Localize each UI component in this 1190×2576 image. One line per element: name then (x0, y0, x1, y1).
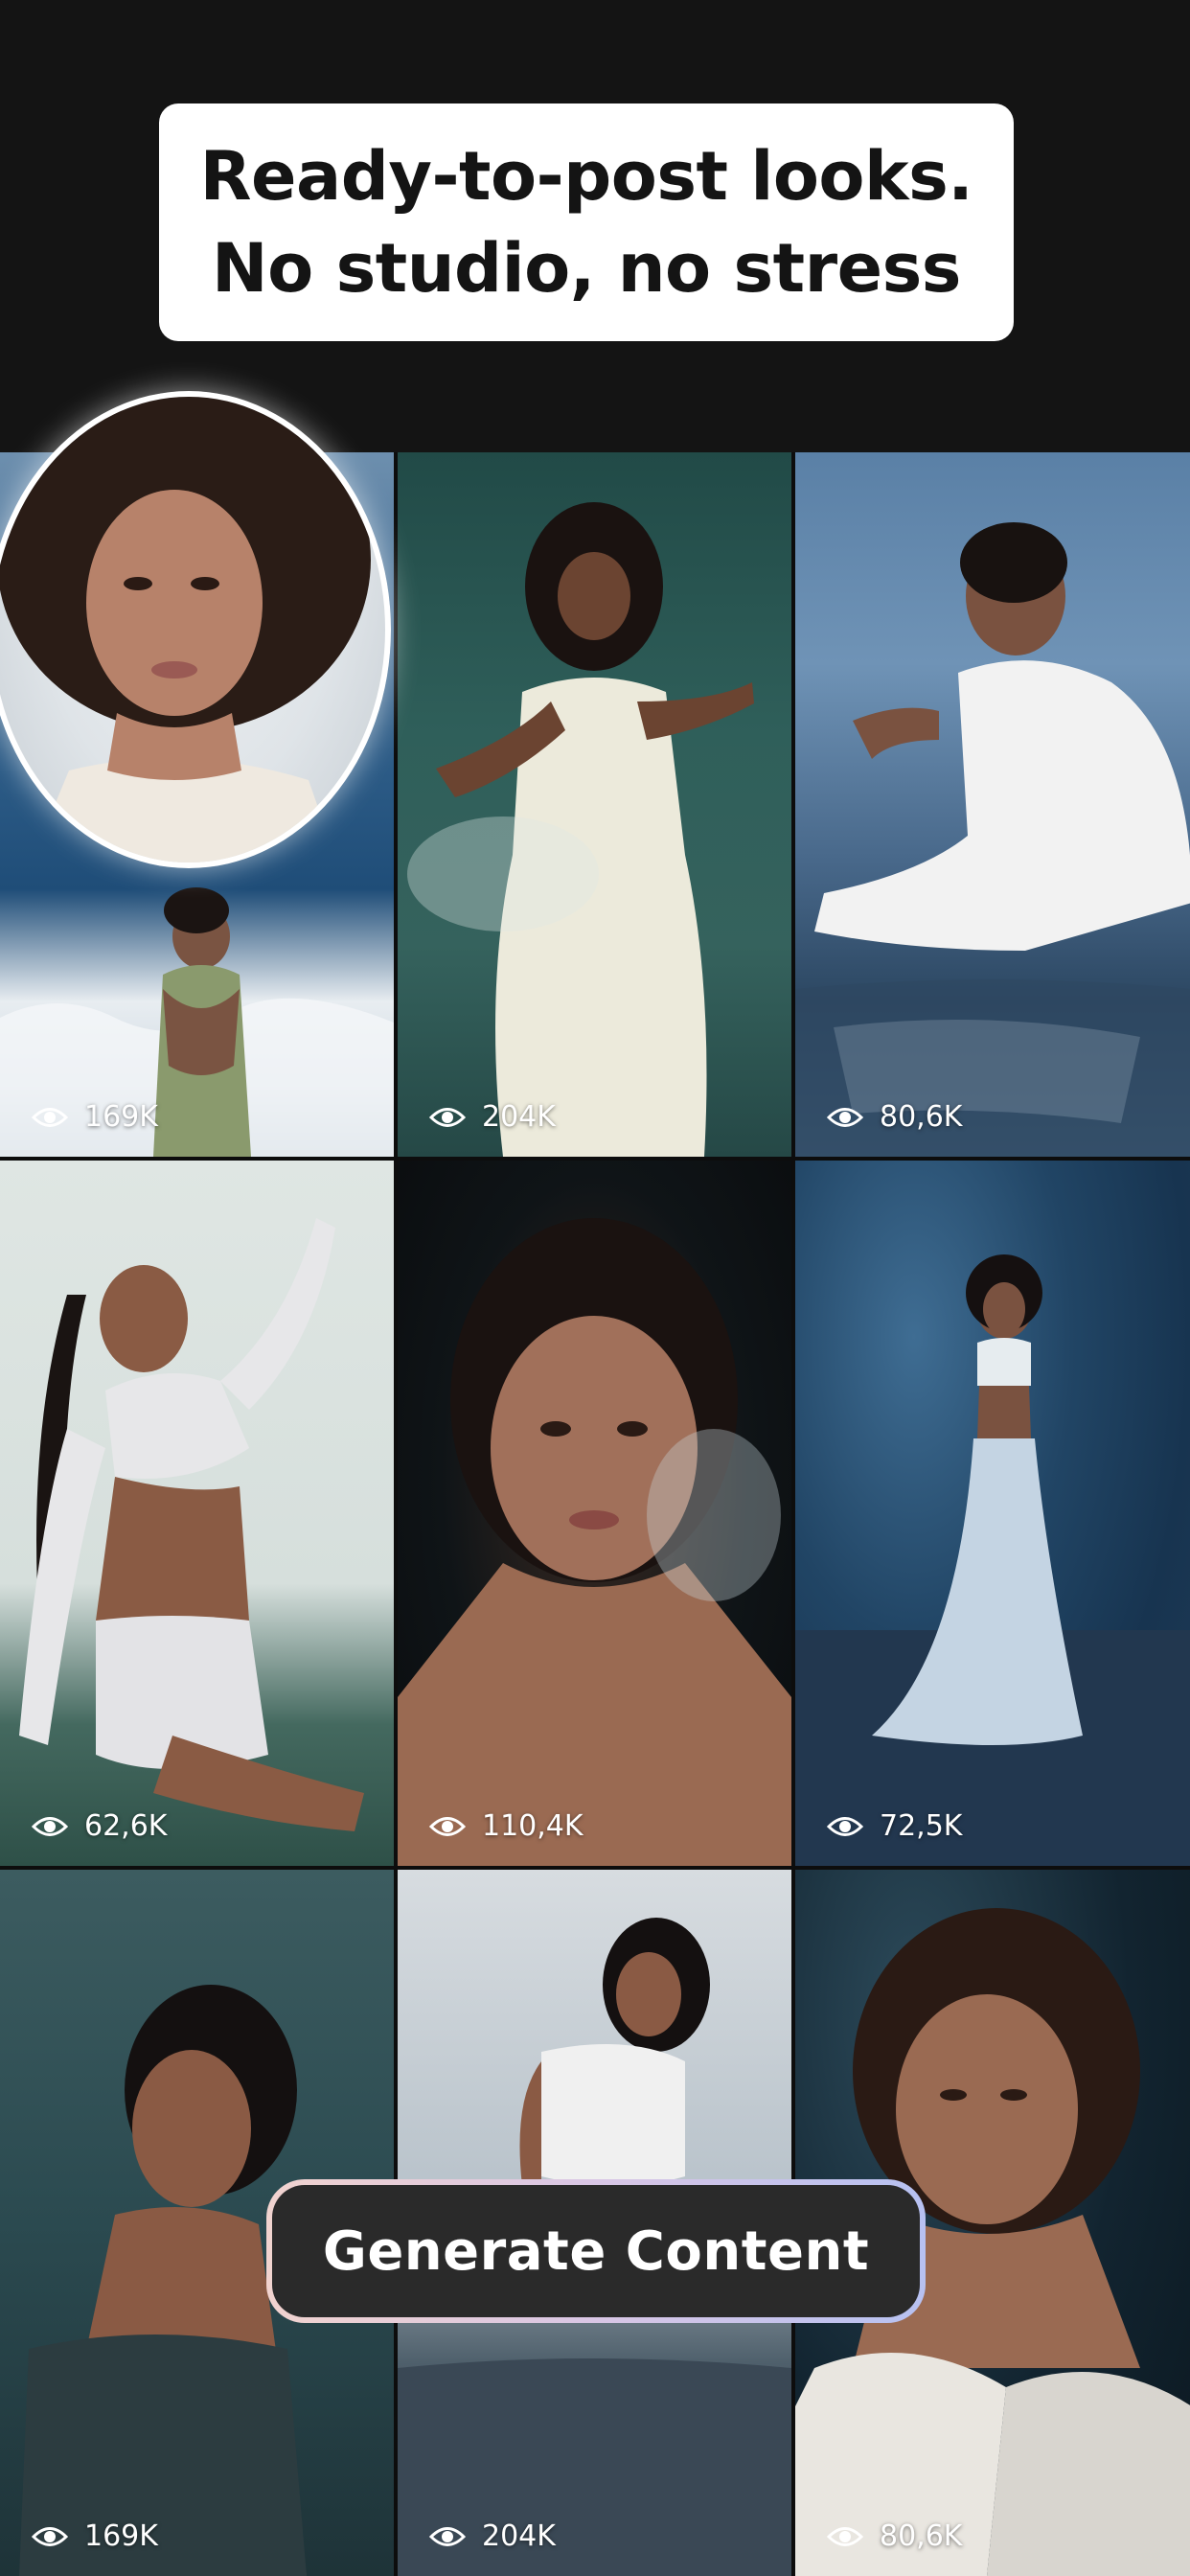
photo-image (795, 522, 1190, 1157)
photo-image (795, 1254, 1190, 1866)
view-count: 80,6K (826, 2519, 962, 2553)
headline-line-1: Ready-to-post looks. (199, 137, 973, 216)
view-count-value: 62,6K (84, 1809, 168, 1843)
view-count-value: 169K (84, 1100, 158, 1134)
view-count-value: 80,6K (880, 2519, 963, 2553)
photo-tile[interactable]: 62,6K (0, 1161, 394, 1866)
eye-icon (428, 1816, 467, 1836)
view-count-value: 169K (84, 2519, 158, 2553)
view-count: 204K (428, 2519, 556, 2553)
view-count: 80,6K (826, 1100, 962, 1134)
eye-icon (31, 1107, 69, 1127)
view-count: 169K (31, 1100, 158, 1134)
photo-tile[interactable]: 110,4K (398, 1161, 791, 1866)
headline-card: Ready-to-post looks. No studio, no stres… (159, 104, 1014, 341)
eye-icon (428, 1107, 467, 1127)
eye-icon (826, 2526, 864, 2546)
view-count: 169K (31, 2519, 158, 2553)
generate-content-button[interactable]: Generate Content (266, 2179, 926, 2323)
view-count-value: 80,6K (880, 1100, 963, 1134)
photo-tile[interactable]: 72,5K (795, 1161, 1190, 1866)
eye-icon (31, 2526, 69, 2546)
view-count-value: 204K (482, 2519, 556, 2553)
headline-line-2: No studio, no stress (212, 229, 961, 308)
photo-image (19, 1218, 364, 1831)
photo-tile[interactable]: 204K (398, 452, 791, 1157)
eye-icon (31, 1816, 69, 1836)
view-count: 72,5K (826, 1809, 962, 1843)
view-count: 204K (428, 1100, 556, 1134)
photo-image (398, 1218, 791, 1866)
view-count-value: 110,4K (482, 1809, 584, 1843)
eye-icon (826, 1816, 864, 1836)
eye-icon (826, 1107, 864, 1127)
portrait-image (0, 397, 371, 862)
view-count-value: 72,5K (880, 1809, 963, 1843)
reference-portrait (0, 391, 391, 868)
eye-icon (428, 2526, 467, 2546)
photo-image (407, 502, 754, 1157)
generate-content-label: Generate Content (272, 2185, 920, 2317)
view-count: 62,6K (31, 1809, 167, 1843)
view-count-value: 204K (482, 1100, 556, 1134)
photo-tile[interactable]: 80,6K (795, 452, 1190, 1157)
view-count: 110,4K (428, 1809, 584, 1843)
